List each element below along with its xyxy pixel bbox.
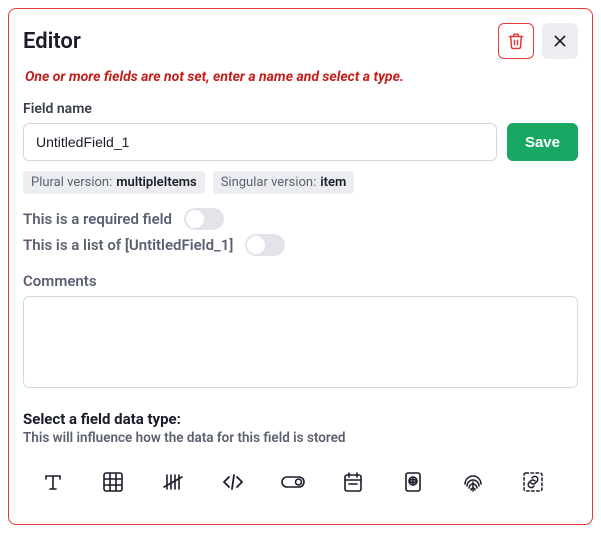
datatype-option-tally[interactable] <box>159 468 187 496</box>
tally-icon <box>161 470 185 494</box>
editor-panel: Editor <box>8 8 593 525</box>
version-badges: Plural version: multipleItems Singular v… <box>23 171 578 194</box>
plural-version-label: Plural version: <box>31 175 112 190</box>
delete-button[interactable] <box>498 23 534 59</box>
required-field-row: This is a required field <box>23 208 578 230</box>
datatype-subheading: This will influence how the data for thi… <box>23 430 578 446</box>
link-icon <box>521 470 545 494</box>
datatype-icon-row <box>23 464 578 506</box>
plural-version-value: multipleItems <box>116 175 196 190</box>
close-icon <box>552 33 568 49</box>
error-message: One or more fields are not set, enter a … <box>25 69 578 85</box>
grid-icon <box>101 470 125 494</box>
field-name-label: Field name <box>23 101 578 117</box>
required-field-label: This is a required field <box>23 210 172 228</box>
datatype-option-grid[interactable] <box>99 468 127 496</box>
fingerprint-icon <box>461 470 485 494</box>
save-button[interactable]: Save <box>507 123 578 161</box>
trash-icon <box>507 32 525 50</box>
datatype-option-toggle[interactable] <box>279 468 307 496</box>
singular-version-badge: Singular version: item <box>213 171 355 194</box>
field-name-row: Save <box>23 123 578 161</box>
panel-title: Editor <box>23 29 81 54</box>
plural-version-badge: Plural version: multipleItems <box>23 171 205 194</box>
header-actions <box>498 23 578 59</box>
text-icon <box>41 470 65 494</box>
singular-version-label: Singular version: <box>221 175 317 190</box>
field-name-input[interactable] <box>23 123 497 161</box>
list-field-row: This is a list of [UntitledField_1] <box>23 234 578 256</box>
required-field-toggle[interactable] <box>184 208 224 230</box>
datatype-option-passport[interactable] <box>399 468 427 496</box>
calendar-icon <box>341 470 365 494</box>
close-button[interactable] <box>542 23 578 59</box>
datatype-option-date[interactable] <box>339 468 367 496</box>
datatype-option-fingerprint[interactable] <box>459 468 487 496</box>
passport-icon <box>401 470 425 494</box>
comments-textarea[interactable] <box>23 296 578 388</box>
panel-header: Editor <box>23 23 578 59</box>
list-field-label: This is a list of [UntitledField_1] <box>23 236 233 254</box>
singular-version-value: item <box>320 175 346 190</box>
comments-label: Comments <box>23 272 578 290</box>
toggle-icon <box>280 470 306 494</box>
code-icon <box>221 470 245 494</box>
datatype-option-text[interactable] <box>39 468 67 496</box>
datatype-option-link[interactable] <box>519 468 547 496</box>
list-field-toggle[interactable] <box>245 234 285 256</box>
datatype-heading: Select a field data type: <box>23 410 578 428</box>
datatype-option-code[interactable] <box>219 468 247 496</box>
